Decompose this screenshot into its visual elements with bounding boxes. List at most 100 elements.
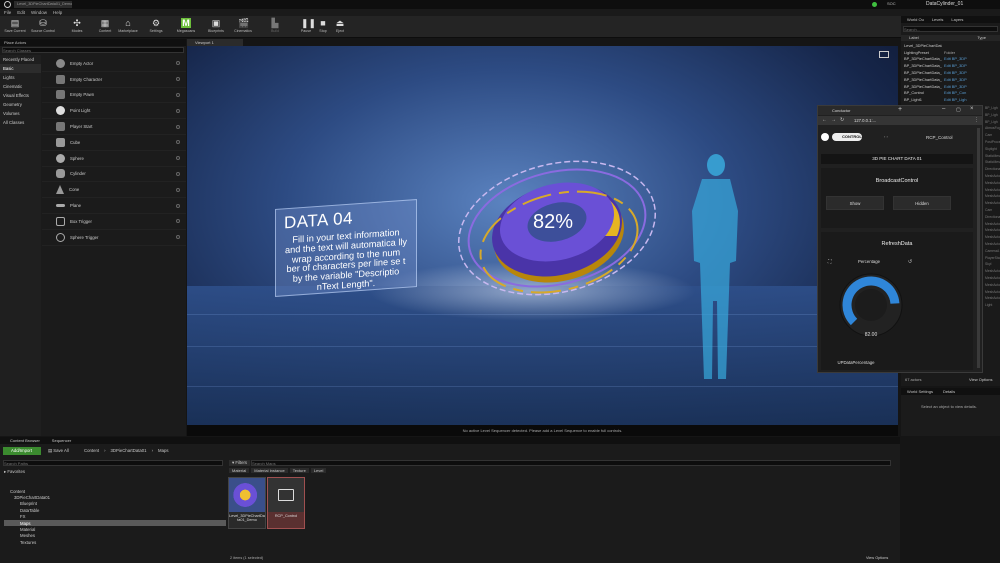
breadcrumb-maps[interactable]: Maps: [158, 448, 169, 453]
add-import-button[interactable]: Add/Import: [3, 447, 41, 455]
back-icon[interactable]: ←: [822, 117, 827, 123]
actor-sphere[interactable]: Sphere: [42, 151, 186, 167]
reset-icon[interactable]: ↺: [908, 259, 912, 265]
outliner-row[interactable]: BP_3DPieChartData_E Edit BP_3DP: [901, 83, 1000, 90]
menu-window[interactable]: Window: [31, 10, 47, 15]
category-visual-effects[interactable]: Visual Effects: [0, 91, 41, 100]
search-classes-input[interactable]: [2, 47, 184, 53]
filter-material[interactable]: Material: [229, 468, 250, 473]
breadcrumb-content[interactable]: Content: [84, 448, 99, 453]
actor-sphere-trigger[interactable]: Sphere Trigger: [42, 230, 186, 246]
tab-content-browser[interactable]: Content Browser: [10, 437, 40, 444]
level-viewport[interactable]: DATA 04 Fill in your text information an…: [187, 46, 898, 436]
nav-arrows-icon[interactable]: ‹ ›: [884, 134, 888, 139]
save-current-button[interactable]: ▤ Save Current: [2, 17, 28, 37]
category-lights[interactable]: Lights: [0, 73, 41, 82]
forward-icon[interactable]: →: [831, 117, 836, 123]
show-button[interactable]: Show: [826, 196, 884, 210]
actor-box-trigger[interactable]: Box Trigger: [42, 214, 186, 230]
megascans-button[interactable]: M Megascans: [173, 17, 199, 37]
tab-world-settings[interactable]: World Settings: [907, 388, 933, 395]
actor-plane[interactable]: Plane: [42, 198, 186, 214]
breadcrumb-project[interactable]: 3DPieChartData01: [111, 448, 147, 453]
outliner-row[interactable]: BP_3DPieChartData_B Edit BP_3DP: [901, 62, 1000, 69]
actor-cylinder[interactable]: Cylinder: [42, 167, 186, 183]
page-header: 3D PIE CHART DATA 01: [821, 154, 973, 164]
rcp-control-tab[interactable]: RCP_Control: [926, 135, 953, 140]
outliner-row[interactable]: BP_Light1 Edit BP_Ligh: [901, 96, 1000, 103]
marketplace-button[interactable]: ⌂ Marketplace: [115, 17, 141, 37]
new-tab-icon[interactable]: +: [898, 106, 902, 113]
actor-point-light[interactable]: Point Light: [42, 103, 186, 120]
url-field[interactable]: 127.0.0.1:...: [854, 118, 876, 123]
outliner-view-options[interactable]: View Options: [969, 377, 993, 382]
asset-level-demo[interactable]: Level_3DPieChartData01_Demo: [228, 477, 266, 529]
hidden-button[interactable]: Hidden: [893, 196, 951, 210]
outliner-row[interactable]: BP_3DPieChartData_A Edit BP_3DP: [901, 56, 1000, 63]
blueprints-button[interactable]: ▣ Blueprints: [203, 17, 229, 37]
menu-edit[interactable]: Edit: [17, 10, 25, 15]
asset-rcp-control[interactable]: RCP_Control: [267, 477, 305, 529]
update-percentage-button[interactable]: UPDataPercentage: [821, 356, 891, 370]
outliner-search-input[interactable]: [903, 26, 998, 32]
category-volumes[interactable]: Volumes: [0, 109, 41, 118]
browser-tab[interactable]: Conductor: [832, 108, 850, 113]
level-tab[interactable]: Level_3DPieChartData01_Demo: [14, 1, 72, 8]
modes-button[interactable]: ✣ Modes: [64, 17, 90, 37]
actor-cone[interactable]: Cone: [42, 182, 186, 199]
maximize-icon[interactable]: ▢: [956, 107, 961, 113]
viewport-tab[interactable]: Viewport 1: [187, 39, 243, 46]
tree-item-textures[interactable]: Textures: [4, 539, 226, 545]
percentage-dial[interactable]: 82.00: [836, 269, 906, 341]
browser-scrollbar[interactable]: [977, 128, 980, 368]
actor-empty-pawn[interactable]: Empty Pawn: [42, 88, 186, 104]
search-paths-input[interactable]: [3, 460, 223, 466]
place-actors-panel: Place Actors Recently Placed Basic Light…: [0, 39, 186, 436]
build-button[interactable]: ▙ Build: [262, 17, 288, 37]
category-geometry[interactable]: Geometry: [0, 100, 41, 109]
category-all-classes[interactable]: All Classes: [0, 118, 41, 127]
filters-button[interactable]: ▾ Filters: [229, 460, 251, 466]
expand-icon[interactable]: ⛶: [828, 259, 832, 265]
viewport-options-icon[interactable]: [879, 51, 889, 58]
outliner-row[interactable]: BP_Control Edit BP_Con: [901, 90, 1000, 97]
dial-label: Percentage: [858, 259, 880, 264]
minimize-icon[interactable]: –: [942, 106, 945, 112]
outliner-row[interactable]: BP_3DPieChartData_C Edit BP_3DP: [901, 69, 1000, 76]
reload-icon[interactable]: ↻: [840, 117, 844, 123]
content-view-options[interactable]: View Options: [866, 556, 888, 560]
actor-player-start[interactable]: Player Start: [42, 119, 186, 135]
actor-cube[interactable]: Cube: [42, 135, 186, 151]
tab-sequencer[interactable]: Sequencer: [52, 437, 71, 444]
search-maps-input[interactable]: [251, 460, 891, 466]
outliner-row[interactable]: Level_3DPieChartData01_DeWorld: [901, 42, 1000, 49]
category-recently-placed[interactable]: Recently Placed: [0, 55, 41, 64]
outliner-row[interactable]: BP_3DPieChartData_D Edit BP_3DP: [901, 76, 1000, 83]
browser-menu-icon[interactable]: ⋮: [974, 117, 979, 123]
outliner-row[interactable]: LightingPreset Folder: [901, 49, 1000, 56]
tab-levels[interactable]: Levels: [932, 16, 944, 23]
menu-file[interactable]: File: [4, 10, 11, 15]
actor-empty-actor[interactable]: Empty Actor: [42, 56, 186, 72]
favorites-label[interactable]: ▸ Favorites: [4, 469, 25, 475]
filter-level[interactable]: Level: [310, 468, 327, 473]
category-basic[interactable]: Basic: [0, 64, 41, 73]
info-icon: [176, 92, 180, 97]
cinematics-button[interactable]: 🎬 Cinematics: [230, 17, 256, 37]
save-all-button[interactable]: ▤ Save All: [44, 447, 69, 455]
browser-address-bar: ← → ↻ 127.0.0.1:... ⋮: [818, 116, 982, 125]
actor-empty-character[interactable]: Empty Character: [42, 72, 186, 88]
eject-button[interactable]: ⏏ Eject: [327, 17, 353, 37]
category-cinematic[interactable]: Cinematic: [0, 82, 41, 91]
filter-texture[interactable]: Texture: [289, 468, 309, 473]
settings-button[interactable]: ⚙ Settings: [143, 17, 169, 37]
menu-help[interactable]: Help: [53, 10, 62, 15]
filter-material-instance[interactable]: Material Instance: [251, 468, 288, 473]
source-control-button[interactable]: ⛁ Source Control: [30, 17, 56, 37]
tab-world-outliner[interactable]: World Ou: [907, 16, 924, 23]
source-control-icon: ⛁: [39, 18, 47, 28]
tab-details[interactable]: Details: [943, 388, 955, 395]
tab-layers[interactable]: Layers: [951, 16, 963, 23]
place-actors-tab[interactable]: Place Actors: [0, 39, 186, 46]
close-icon[interactable]: ×: [970, 106, 974, 112]
